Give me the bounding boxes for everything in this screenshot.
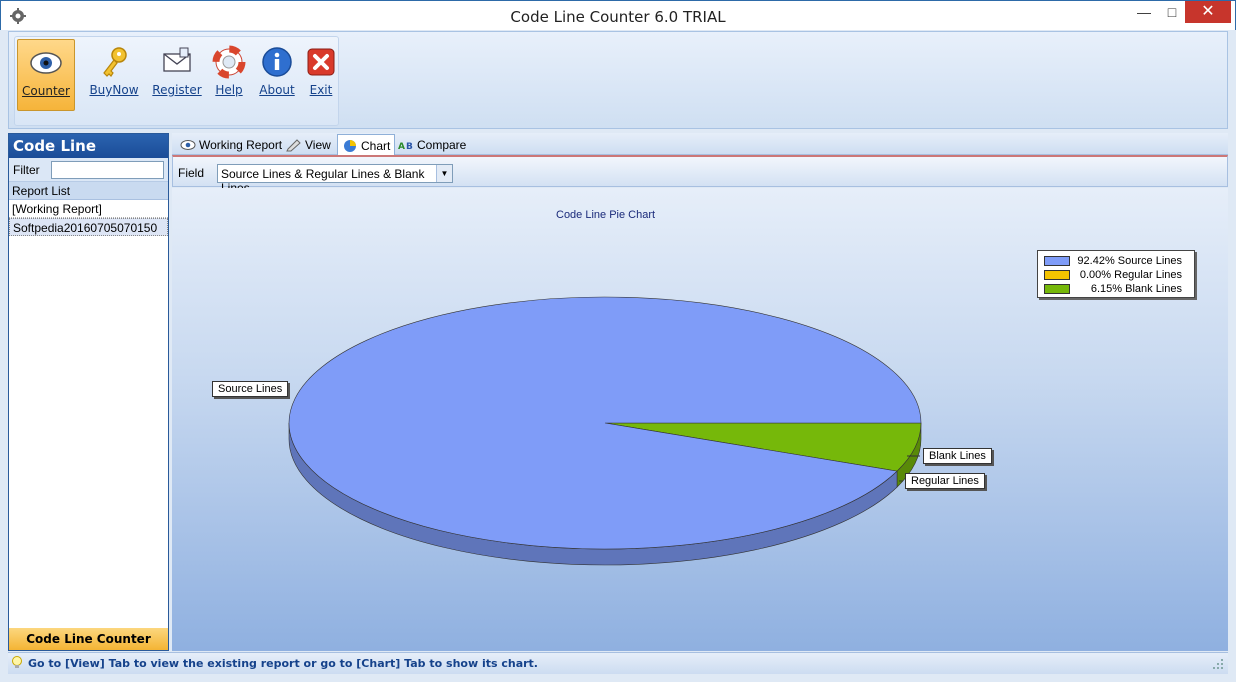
legend-entry: 0.00% Regular Lines [1044,269,1194,282]
lightbulb-icon [12,656,22,668]
register-label: Register [152,83,202,97]
counter-label: Counter [22,84,70,98]
chart-legend: 92.42% Source Lines 0.00% Regular Lines … [1037,250,1195,298]
tab-compare-label: Compare [417,137,467,152]
slice-label-regular: Regular Lines [905,473,985,489]
help-label: Help [215,83,243,97]
legend-text: 92.42% Source Lines [1077,255,1182,267]
counter-button[interactable]: Counter [17,39,75,111]
exit-label: Exit [309,83,333,97]
tab-working-report-label: Working Report [199,137,283,152]
legend-swatch-blank [1044,284,1070,294]
svg-text:B: B [406,142,413,152]
info-icon [262,47,292,77]
about-button[interactable]: About [251,39,303,111]
pie-slice-source-lines[interactable] [288,296,922,550]
field-label: Field [178,166,205,180]
toolbar-group: Counter BuyNow Register Help About Exit [14,36,339,126]
eye-icon [180,139,196,150]
compare-icon: AB [398,142,413,152]
sidebar-title: Code Line Counter [9,134,168,173]
list-item[interactable]: Softpedia20160705070150 [9,218,168,236]
maximize-button[interactable]: □ [1157,1,1187,23]
close-window-button[interactable]: ✕ [1185,1,1231,23]
resize-grip-icon[interactable] [1212,658,1224,670]
tab-view[interactable]: View [282,134,335,155]
minimize-button[interactable]: — [1129,1,1159,23]
pen-icon [286,139,301,152]
tab-compare[interactable]: A B Compare [394,134,470,155]
legend-text: 6.15% Blank Lines [1090,283,1182,295]
legend-swatch-regular [1044,270,1070,280]
eye-icon [30,52,62,74]
slice-label-source: Source Lines [212,381,289,397]
buynow-label: BuyNow [89,83,139,97]
pie-chart-icon [344,139,356,152]
tab-chart-label: Chart [361,138,391,153]
tab-working-report[interactable]: Working Report [176,134,286,155]
slice-label-blank: Blank Lines [923,448,992,464]
filter-label: Filter [13,163,40,177]
sidebar-panel: Code Line Counter Filter Report List [Wo… [8,133,169,651]
chart-title: Code Line Pie Chart [556,209,656,221]
legend-text: 0.00% Regular Lines [1079,269,1182,281]
lifebuoy-icon [212,45,246,79]
tab-strip: Working Report View Chart A B Compare [172,133,1228,155]
window-title: Code Line Counter 6.0 TRIAL [510,8,726,26]
filter-input[interactable] [51,161,164,179]
buynow-button[interactable]: BuyNow [85,39,143,111]
envelope-icon [163,47,191,72]
status-bar: Go to [View] Tab to view the existing re… [8,652,1228,674]
chevron-down-icon[interactable]: ▼ [436,165,452,182]
title-bar: Code Line Counter 6.0 TRIAL — □ ✕ [0,0,1236,30]
report-list-header: Report List [9,182,168,200]
sidebar-footer-button[interactable]: Code Line Counter [9,628,168,650]
field-select[interactable]: Source Lines & Regular Lines & Blank Lin… [217,164,453,195]
svg-text:A: A [398,142,405,152]
list-item[interactable]: [Working Report] [9,200,168,218]
legend-swatch-source [1044,256,1070,266]
toolbar-ribbon: Counter BuyNow Register Help About Exit [8,31,1228,129]
legend-entry: 92.42% Source Lines [1044,255,1194,268]
filter-row: Filter [9,158,168,182]
register-button[interactable]: Register [145,39,209,111]
legend-entry: 6.15% Blank Lines [1044,283,1194,296]
help-button[interactable]: Help [207,39,251,111]
tab-view-label: View [305,137,331,152]
close-icon [307,48,335,76]
about-label: About [259,83,295,97]
field-bar: Field Source Lines & Regular Lines & Bla… [172,155,1228,195]
exit-button[interactable]: Exit [301,39,341,111]
tab-chart[interactable]: Chart [337,134,396,155]
key-icon [103,47,127,77]
chart-area: Code Line Pie Chart 92.42% Source Lines … [172,188,1228,651]
status-text: Go to [View] Tab to view the existing re… [28,657,538,670]
